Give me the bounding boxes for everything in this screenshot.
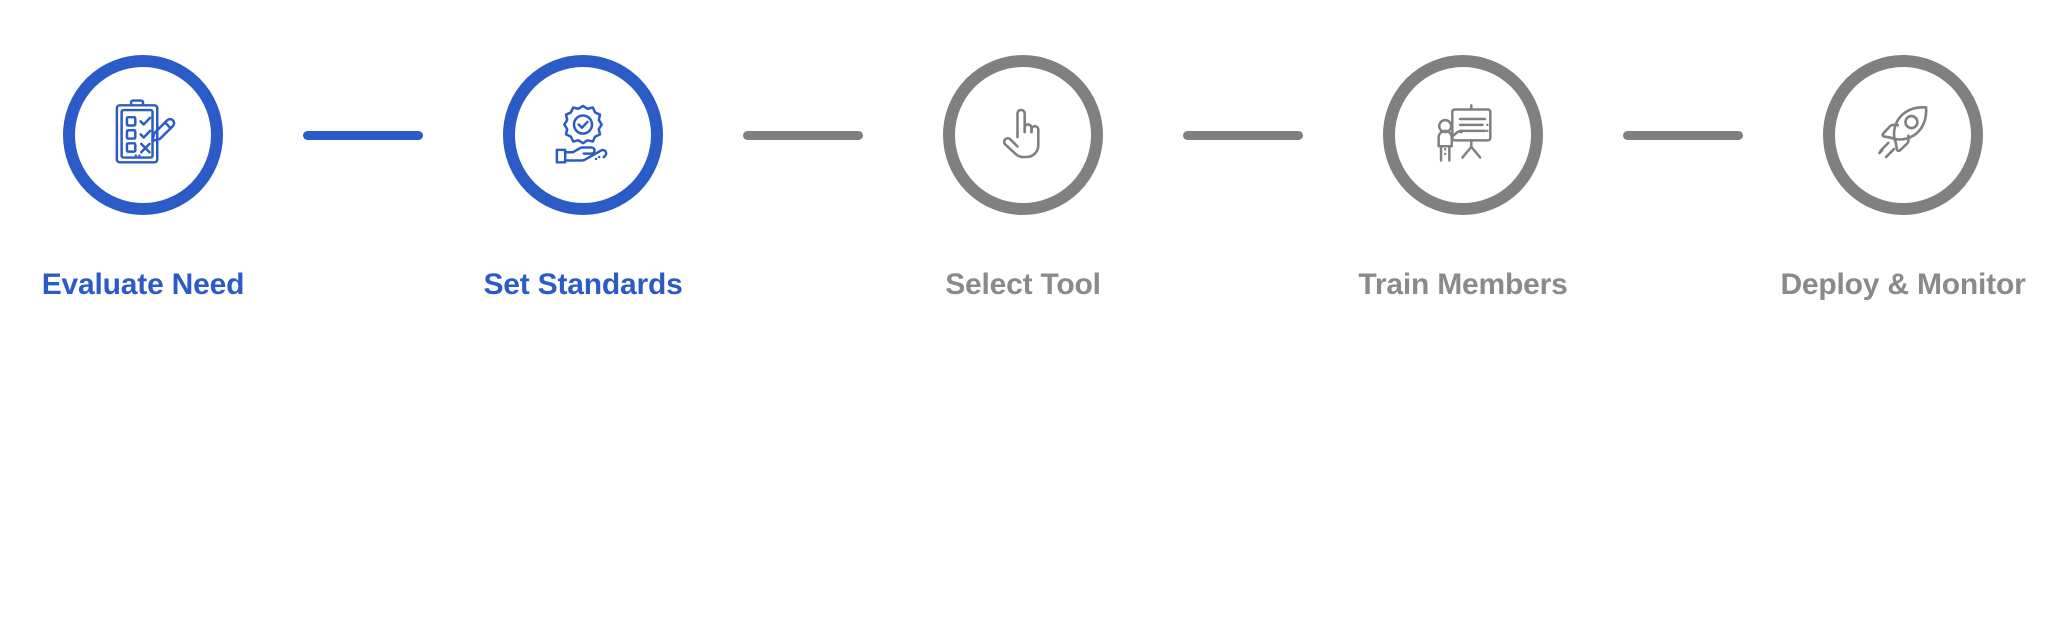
connector-2-bar [743,130,863,140]
step-5-circle[interactable] [1823,55,1983,215]
presenter-whiteboard-training-icon [1425,97,1501,173]
connector-4 [1606,0,1760,270]
pointing-hand-click-icon [991,103,1055,167]
step-train-members[interactable]: Train Members [1320,0,1606,300]
step-evaluate-need[interactable]: Evaluate Need [0,0,286,300]
step-3-circle-wrap [943,0,1103,270]
step-set-standards[interactable]: Set Standards [440,0,726,300]
step-deploy-and-monitor[interactable]: Deploy & Monitor [1760,0,2046,300]
connector-1-bar [303,130,423,140]
step-1-label: Evaluate Need [41,268,245,301]
step-4-circle[interactable] [1383,55,1543,215]
connector-3-bar [1183,130,1303,140]
step-2-circle[interactable] [503,55,663,215]
connector-1 [286,0,440,270]
step-progress-diagram: Evaluate Need Set Standards Select Tool … [0,0,2046,624]
step-5-label: Deploy & Monitor [1780,268,2026,301]
step-1-circle[interactable] [63,55,223,215]
step-select-tool[interactable]: Select Tool [880,0,1166,300]
step-3-circle[interactable] [943,55,1103,215]
rocket-launch-icon [1867,99,1939,171]
connector-2 [726,0,880,270]
clipboard-checklist-pencil-icon [105,97,181,173]
step-1-circle-wrap [63,0,223,270]
connector-3 [1166,0,1320,270]
hand-holding-quality-badge-icon [545,97,621,173]
step-2-circle-wrap [503,0,663,270]
step-2-label: Set Standards [483,268,683,301]
step-5-circle-wrap [1823,0,1983,270]
step-3-label: Select Tool [945,268,1101,301]
step-4-circle-wrap [1383,0,1543,270]
step-4-label: Train Members [1358,268,1568,301]
connector-4-bar [1623,130,1743,140]
